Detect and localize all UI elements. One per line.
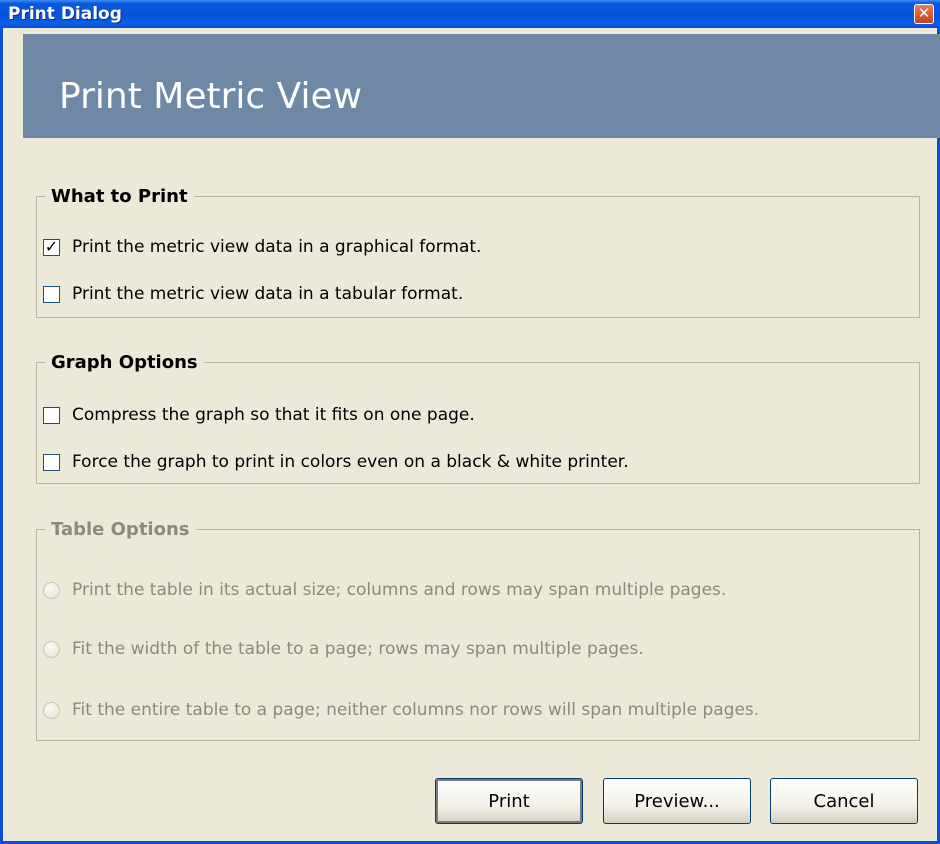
compress-graph-checkbox[interactable] bbox=[43, 406, 60, 424]
cancel-button[interactable]: Cancel bbox=[770, 778, 918, 824]
what-to-print-group: What to Print ✓ Print the metric view da… bbox=[36, 186, 920, 318]
print-dialog-window: Print Dialog ✕ Print Metric View What to… bbox=[0, 0, 940, 844]
graphical-format-option[interactable]: ✓ Print the metric view data in a graphi… bbox=[43, 237, 481, 257]
table-options-legend: Table Options bbox=[51, 519, 190, 540]
graph-options-group: Graph Options Compress the graph so that… bbox=[36, 352, 920, 484]
fit-entire-option: Fit the entire table to a page; neither … bbox=[43, 700, 759, 720]
fit-width-label: Fit the width of the table to a page; ro… bbox=[72, 639, 644, 659]
graphical-format-checkbox[interactable]: ✓ bbox=[43, 238, 60, 256]
page-title: Print Metric View bbox=[59, 76, 363, 117]
print-button[interactable]: Print bbox=[435, 778, 583, 824]
title-bar[interactable]: Print Dialog ✕ bbox=[0, 0, 940, 28]
actual-size-label: Print the table in its actual size; colu… bbox=[72, 580, 727, 600]
dialog-header-band: Print Metric View bbox=[23, 34, 940, 138]
fit-entire-radio bbox=[43, 701, 60, 719]
force-colors-checkbox[interactable] bbox=[43, 453, 60, 471]
fit-width-radio bbox=[43, 640, 60, 658]
tabular-format-checkbox[interactable] bbox=[43, 285, 60, 303]
what-to-print-legend: What to Print bbox=[51, 186, 188, 207]
close-button[interactable]: ✕ bbox=[914, 4, 934, 24]
window-title: Print Dialog bbox=[8, 4, 122, 24]
compress-graph-label[interactable]: Compress the graph so that it fits on on… bbox=[72, 405, 475, 425]
actual-size-radio bbox=[43, 581, 60, 599]
preview-button[interactable]: Preview... bbox=[603, 778, 751, 824]
force-colors-option[interactable]: Force the graph to print in colors even … bbox=[43, 452, 629, 472]
force-colors-label[interactable]: Force the graph to print in colors even … bbox=[72, 452, 629, 472]
tabular-format-label[interactable]: Print the metric view data in a tabular … bbox=[72, 284, 463, 304]
fit-entire-label: Fit the entire table to a page; neither … bbox=[72, 700, 760, 720]
close-icon: ✕ bbox=[917, 4, 931, 22]
graph-options-legend: Graph Options bbox=[51, 352, 198, 373]
compress-graph-option[interactable]: Compress the graph so that it fits on on… bbox=[43, 405, 475, 425]
graphical-format-label[interactable]: Print the metric view data in a graphica… bbox=[72, 237, 481, 257]
fit-width-option: Fit the width of the table to a page; ro… bbox=[43, 639, 644, 659]
table-options-group: Table Options Print the table in its act… bbox=[36, 519, 920, 741]
tabular-format-option[interactable]: Print the metric view data in a tabular … bbox=[43, 284, 463, 304]
actual-size-option: Print the table in its actual size; colu… bbox=[43, 580, 726, 600]
